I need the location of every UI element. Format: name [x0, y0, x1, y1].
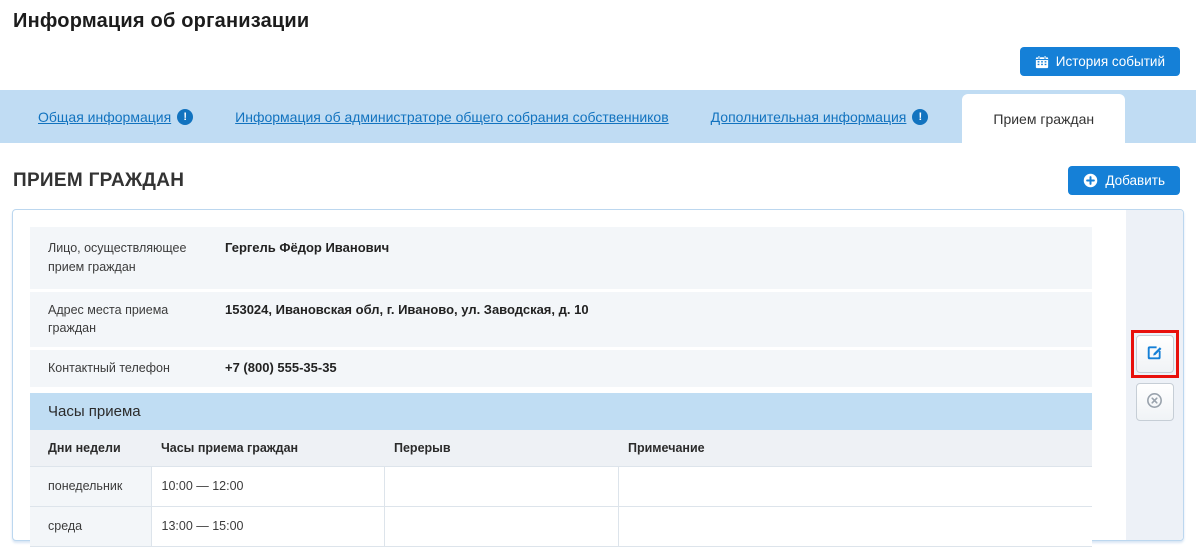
field-value: Гергель Фёдор Иванович: [225, 239, 389, 277]
tab-additional-info-label: Дополнительная информация: [711, 109, 907, 125]
section-title: ПРИЕМ ГРАЖДАН: [13, 170, 184, 192]
exclamation-badge: !: [912, 109, 928, 125]
cell-hours: 10:00 — 12:00: [151, 466, 384, 506]
action-rail: [1126, 210, 1183, 540]
calendar-icon: [1035, 55, 1049, 69]
info-row-person: Лицо, осуществляющее прием граждан Герге…: [30, 227, 1092, 289]
cell-break: [384, 466, 618, 506]
edit-pencil-square-icon: [1145, 343, 1164, 365]
tab-general-info-label: Общая информация: [38, 109, 171, 125]
col-header-days: Дни недели: [30, 430, 151, 467]
tab-general-info[interactable]: Общая информация !: [38, 109, 193, 125]
history-button-label: История событий: [1056, 54, 1165, 69]
red-highlight-annotation: [1131, 330, 1179, 378]
edit-button[interactable]: [1136, 335, 1174, 373]
field-value: +7 (800) 555-35-35: [225, 359, 337, 378]
exclamation-badge: !: [177, 109, 193, 125]
schedule-header-row: Дни недели Часы приема граждан Перерыв П…: [30, 430, 1092, 467]
cell-hours: 13:00 — 15:00: [151, 506, 384, 546]
tab-citizen-reception-label: Прием граждан: [993, 111, 1094, 127]
col-header-note: Примечание: [618, 430, 1092, 467]
col-header-hours: Часы приема граждан: [151, 430, 384, 467]
hours-section-title: Часы приема: [30, 393, 1092, 430]
cell-note: [618, 506, 1092, 546]
tab-admin-info-label: Информация об администраторе общего собр…: [235, 109, 669, 125]
cell-day: понедельник: [30, 466, 151, 506]
page-title: Информация об организации: [0, 0, 1196, 33]
add-button[interactable]: Добавить: [1068, 166, 1180, 195]
reception-card: Лицо, осуществляющее прием граждан Герге…: [12, 209, 1184, 541]
delete-button[interactable]: [1136, 383, 1174, 421]
table-row: понедельник 10:00 — 12:00: [30, 466, 1092, 506]
table-row: среда 13:00 — 15:00: [30, 506, 1092, 546]
toolbar: История событий: [0, 33, 1196, 76]
schedule-table: Дни недели Часы приема граждан Перерыв П…: [30, 430, 1092, 547]
info-row-address: Адрес места приема граждан 153024, Ивано…: [30, 292, 1092, 348]
info-row-phone: Контактный телефон +7 (800) 555-35-35: [30, 350, 1092, 387]
cell-note: [618, 466, 1092, 506]
cell-day: среда: [30, 506, 151, 546]
col-header-break: Перерыв: [384, 430, 618, 467]
section-header: ПРИЕМ ГРАЖДАН Добавить: [0, 143, 1196, 195]
cancel-circle-icon: [1145, 391, 1164, 413]
history-button[interactable]: История событий: [1020, 47, 1180, 76]
plus-circle-icon: [1083, 173, 1098, 188]
field-value: 153024, Ивановская обл, г. Иваново, ул. …: [225, 301, 589, 339]
tab-admin-info[interactable]: Информация об администраторе общего собр…: [235, 109, 669, 125]
field-label: Лицо, осуществляющее прием граждан: [48, 239, 211, 277]
tab-citizen-reception-active[interactable]: Прием граждан: [962, 94, 1125, 143]
reception-card-content: Лицо, осуществляющее прием граждан Герге…: [13, 210, 1109, 540]
tab-additional-info[interactable]: Дополнительная информация !: [711, 109, 929, 125]
add-button-label: Добавить: [1105, 173, 1165, 188]
tab-bar: Общая информация ! Информация об админис…: [0, 90, 1196, 143]
cell-break: [384, 506, 618, 546]
field-label: Контактный телефон: [48, 359, 211, 378]
field-label: Адрес места приема граждан: [48, 301, 211, 339]
